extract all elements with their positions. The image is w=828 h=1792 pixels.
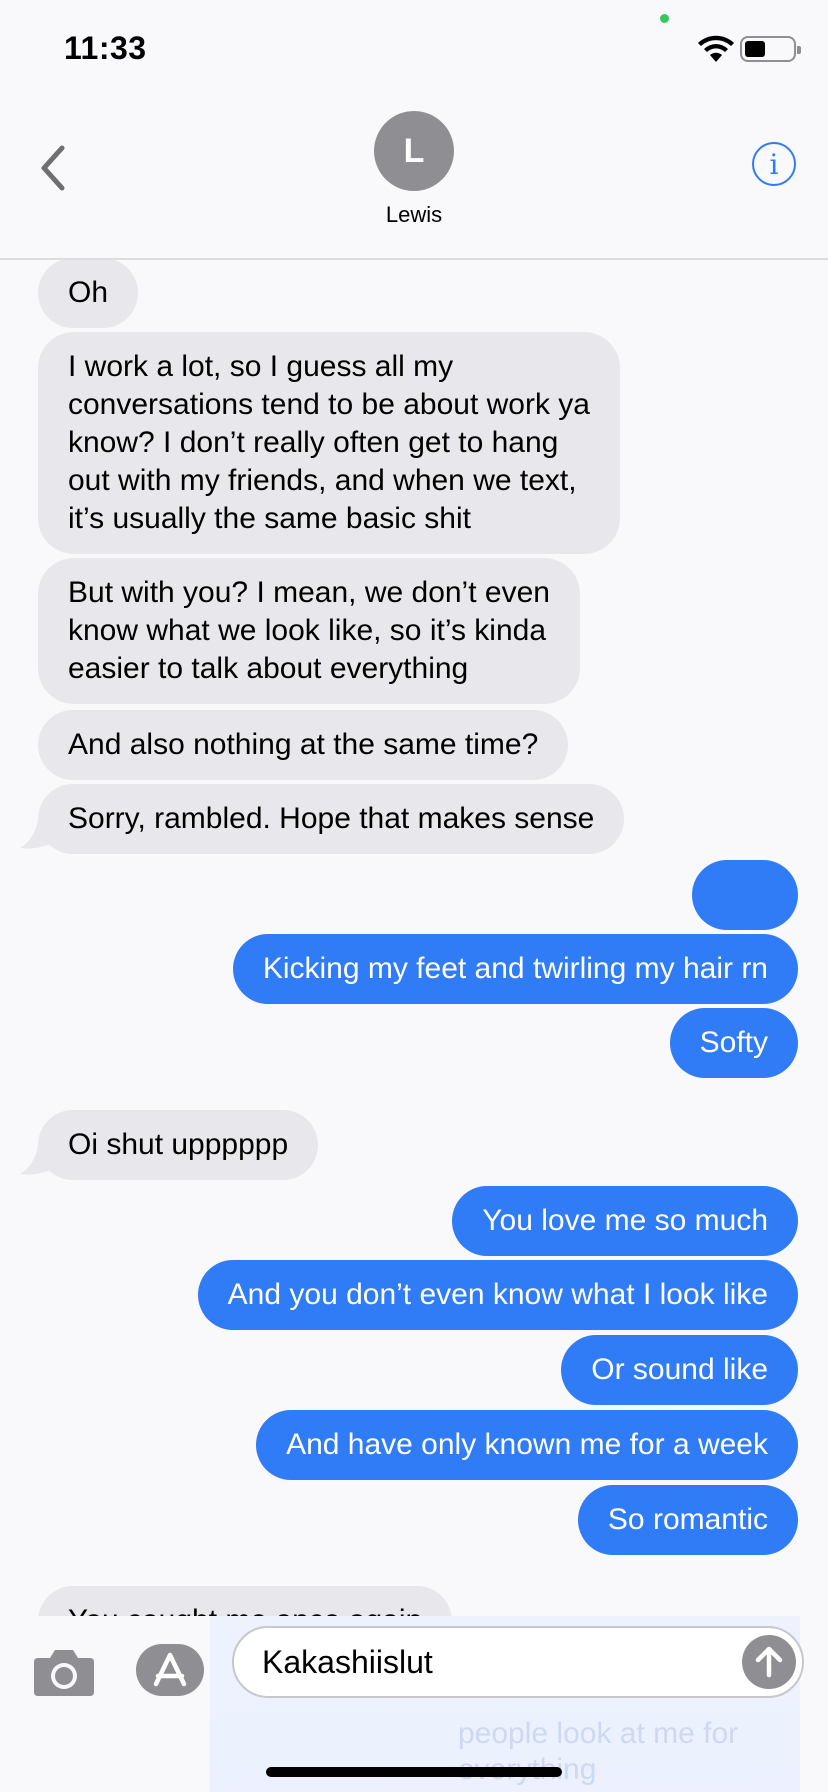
bubble-tail — [20, 1146, 50, 1175]
message-bubble-outgoing[interactable]: You love me so much — [452, 1186, 798, 1256]
camera-icon[interactable] — [32, 1646, 96, 1698]
message-input[interactable] — [262, 1628, 722, 1696]
bubble-tail — [20, 820, 50, 849]
wifi-icon — [698, 35, 734, 62]
message-bubble-outgoing[interactable]: Softy — [669, 1008, 798, 1078]
ghost-text: people look at me for everything — [458, 1717, 739, 1786]
message-input-field[interactable] — [232, 1626, 804, 1698]
message-bubble-outgoing[interactable]: So romantic — [577, 1485, 798, 1555]
message-bubble-incoming[interactable]: And also nothing at the same time? — [38, 710, 569, 780]
send-arrow-icon[interactable] — [742, 1635, 796, 1689]
battery-icon — [740, 36, 801, 62]
composer-bar: people look at me for everything — [0, 1616, 828, 1792]
message-bubble-incoming[interactable]: I work a lot, so I guess all my conversa… — [38, 332, 620, 554]
message-bubble-outgoing[interactable]: And have only known me for a week — [256, 1410, 798, 1480]
message-bubble-outgoing[interactable]: Or sound like — [561, 1335, 798, 1405]
contact-avatar[interactable]: L — [374, 111, 454, 191]
home-indicator — [266, 1767, 562, 1777]
message-bubble-incoming[interactable]: Oi shut upppppp — [38, 1110, 319, 1180]
conversation-header: L Lewis i — [0, 96, 828, 260]
message-bubble-incoming[interactable]: Oh — [38, 260, 139, 328]
message-bubble-outgoing[interactable]: And you don’t even know what I look like — [197, 1260, 798, 1330]
message-bubble-incoming[interactable]: You caught me once again — [38, 1586, 453, 1616]
message-bubble-incoming[interactable]: Sorry, rambled. Hope that makes sense — [38, 784, 625, 854]
privacy-indicator-dot — [660, 14, 669, 23]
message-bubble-incoming[interactable]: But with you? I mean, we don’t even know… — [38, 558, 580, 704]
contact-name[interactable]: Lewis — [0, 202, 828, 228]
message-bubble-outgoing[interactable]: Kicking my feet and twirling my hair rn — [232, 934, 798, 1004]
back-chevron-icon[interactable] — [34, 140, 74, 196]
info-icon[interactable]: i — [752, 142, 796, 186]
app-store-icon[interactable] — [136, 1644, 204, 1696]
message-thread[interactable]: Oh I work a lot, so I guess all my conve… — [0, 260, 828, 1616]
status-bar: 11:33 — [0, 0, 828, 96]
message-bubble-outgoing[interactable] — [692, 860, 798, 991]
status-time: 11:33 — [64, 30, 147, 66]
